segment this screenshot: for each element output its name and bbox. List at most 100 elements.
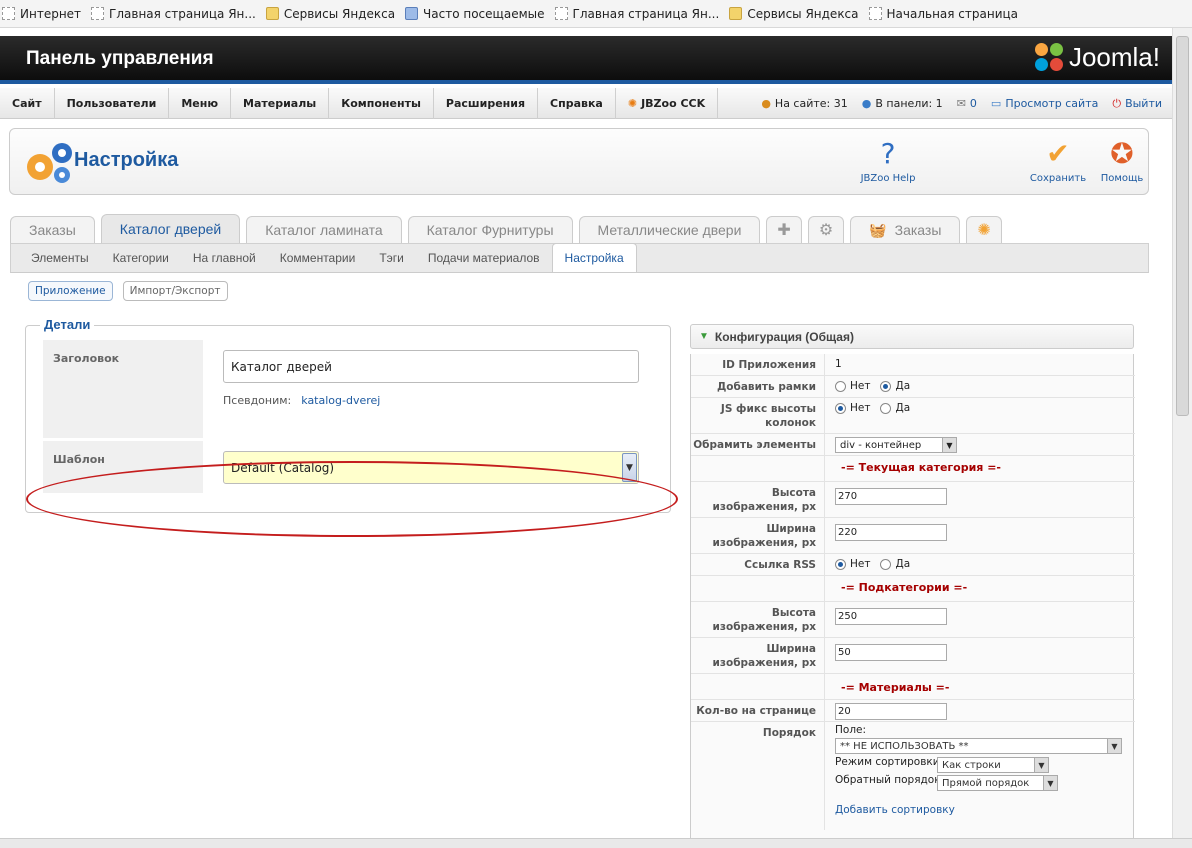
chevron-down-icon: ▼ — [1034, 758, 1048, 772]
bookmark-item[interactable]: Сервисы Яндекса — [265, 7, 395, 21]
tab-orders-cart[interactable]: 🧺 Заказы — [850, 216, 961, 243]
radio-checked-icon — [835, 558, 846, 570]
config-row-frames: Добавить рамки Нет Да — [691, 376, 1135, 398]
checkmark-icon: ✔ — [1046, 137, 1070, 170]
bookmark-item[interactable]: Интернет — [2, 7, 81, 21]
subtab-frontpage[interactable]: На главной — [181, 243, 268, 272]
config-header[interactable]: ▼ Конфигурация (Общая) — [690, 324, 1134, 349]
menu-content[interactable]: Материалы — [231, 87, 330, 119]
page-icon — [868, 7, 882, 20]
order-field-select[interactable]: ** НЕ ИСПОЛЬЗОВАТЬ ** ▼ — [835, 738, 1122, 754]
assist-button[interactable]: ✪ Помощь — [1092, 137, 1152, 184]
add-sort-link[interactable]: Добавить сортировку — [835, 804, 955, 816]
menu-site[interactable]: Сайт — [0, 87, 55, 119]
frames-no[interactable]: Нет — [835, 380, 870, 392]
rss-no[interactable]: Нет — [835, 558, 870, 570]
admin-title: Панель управления — [26, 48, 214, 69]
config-row-section-items: -= Материалы =- — [691, 674, 1135, 700]
tab-jbzoo[interactable]: ✺ — [966, 216, 1002, 243]
config-row-section-current: -= Текущая категория =- — [691, 456, 1135, 482]
sub-height-input[interactable]: 250 — [835, 608, 947, 625]
messages[interactable]: ✉ 0 — [957, 97, 977, 110]
tab-metal-doors[interactable]: Металлические двери — [578, 216, 761, 243]
subtab-config[interactable]: Настройка — [551, 243, 637, 272]
star-icon — [405, 7, 419, 20]
menu-users[interactable]: Пользователи — [55, 87, 170, 119]
sub-width-input[interactable]: 50 — [835, 644, 947, 661]
view-site-link[interactable]: ▭ Просмотр сайта — [991, 97, 1098, 110]
page-icon — [91, 7, 105, 20]
config-row-sub-height: Высота изображения, px 250 — [691, 602, 1135, 638]
jbzoo-gear-icon: ✺ — [627, 96, 638, 110]
logout-icon: ⏻ — [1112, 96, 1122, 110]
wrap-select[interactable]: div - контейнер ▼ — [835, 437, 957, 453]
alias-link[interactable]: katalog-dverej — [301, 394, 380, 407]
jsfix-no[interactable]: Нет — [835, 402, 870, 414]
tab-add[interactable]: ✚ — [766, 216, 802, 243]
settings-gears-icon — [27, 143, 72, 183]
config-panel: ▼ Конфигурация (Общая) ID Приложения 1 До… — [690, 324, 1135, 838]
reverse-order-select[interactable]: Прямой порядок ▼ — [937, 775, 1058, 791]
bookmark-item[interactable]: Часто посещаемые — [405, 7, 545, 21]
menu-help[interactable]: Справка — [538, 87, 616, 119]
per-page-input[interactable]: 20 — [835, 703, 947, 720]
jsfix-yes[interactable]: Да — [880, 402, 910, 414]
joomla-logo: Joomla! — [1034, 42, 1160, 73]
joomla-logo-icon — [1034, 42, 1065, 73]
tab-laminate-catalog[interactable]: Каталог ламината — [246, 216, 402, 243]
subtab-comments[interactable]: Комментарии — [268, 243, 368, 272]
bookmark-item[interactable]: Главная страница Ян... — [91, 7, 256, 21]
details-legend: Детали — [40, 317, 95, 332]
rss-yes[interactable]: Да — [880, 558, 910, 570]
page-viewport: Панель управления Joomla! Сайт Пользоват… — [0, 28, 1172, 838]
frames-yes[interactable]: Да — [880, 380, 910, 392]
subtab-submissions[interactable]: Подачи материалов — [416, 243, 552, 272]
sort-mode-select[interactable]: Как строки ▼ — [937, 757, 1049, 773]
admin-users-icon: ● — [861, 97, 872, 110]
tab-orders[interactable]: Заказы — [10, 216, 95, 243]
save-button[interactable]: ✔ Сохранить — [1028, 137, 1088, 184]
tab-fittings-catalog[interactable]: Каталог Фурнитуры — [407, 216, 573, 243]
chevron-down-icon: ▼ — [1043, 776, 1057, 790]
pill-application[interactable]: Приложение — [28, 281, 113, 301]
subtab-categories[interactable]: Категории — [101, 243, 181, 272]
jbzoo-icon: ✺ — [977, 222, 991, 239]
config-row-cur-width: Ширина изображения, px 220 — [691, 518, 1135, 554]
highlight-ellipse — [26, 461, 678, 537]
menu-menus[interactable]: Меню — [169, 87, 232, 119]
folder-icon — [265, 7, 279, 20]
alias-row: Псевдоним: katalog-dverej — [223, 394, 380, 407]
logout-link[interactable]: ⏻ Выйти — [1112, 97, 1162, 111]
question-icon: ? — [880, 137, 896, 170]
config-row-app-id: ID Приложения 1 — [691, 354, 1135, 376]
menu-jbzoo[interactable]: ✺ JBZoo CCK — [616, 87, 719, 119]
page-icon — [2, 7, 15, 20]
cur-width-input[interactable]: 220 — [835, 524, 947, 541]
bookmark-item[interactable]: Главная страница Ян... — [554, 7, 719, 21]
title-input[interactable]: Каталог дверей — [223, 350, 639, 383]
help-button[interactable]: ? JBZoo Help — [858, 137, 918, 184]
horizontal-scrollbar[interactable] — [0, 838, 1192, 848]
bookmark-item[interactable]: Начальная страница — [868, 7, 1018, 21]
scrollbar-thumb[interactable] — [1176, 36, 1189, 416]
status-bar: ● На сайте: 31 ● В панели: 1 ✉ 0 ▭ Просмотр … — [747, 88, 1162, 119]
tab-door-catalog[interactable]: Каталог дверей — [100, 214, 241, 243]
vertical-scrollbar[interactable] — [1172, 28, 1192, 838]
plus-icon: ✚ — [777, 222, 791, 239]
tab-settings[interactable]: ⚙ — [807, 216, 845, 243]
pill-import-export[interactable]: Импорт/Экспорт — [122, 281, 228, 301]
admin-header: Панель управления Joomla! — [0, 36, 1172, 84]
cur-height-input[interactable]: 270 — [835, 488, 947, 505]
order-field-label: Поле: — [835, 724, 867, 736]
online-site: ● На сайте: 31 — [761, 97, 848, 110]
subtab-tags[interactable]: Тэги — [367, 243, 416, 272]
menu-extensions[interactable]: Расширения — [434, 87, 539, 119]
subtab-elements[interactable]: Элементы — [19, 243, 101, 272]
bookmark-item[interactable]: Сервисы Яндекса — [729, 7, 859, 21]
title-label: Заголовок — [43, 340, 203, 438]
reverse-order-label: Обратный порядок: — [835, 774, 945, 786]
section-current-category: -= Текущая категория =- — [841, 461, 1001, 474]
menu-components[interactable]: Компоненты — [329, 87, 434, 119]
config-row-js-fix: JS фикс высоты колонок Нет Да — [691, 398, 1135, 434]
alias-label: Псевдоним: — [223, 394, 292, 407]
